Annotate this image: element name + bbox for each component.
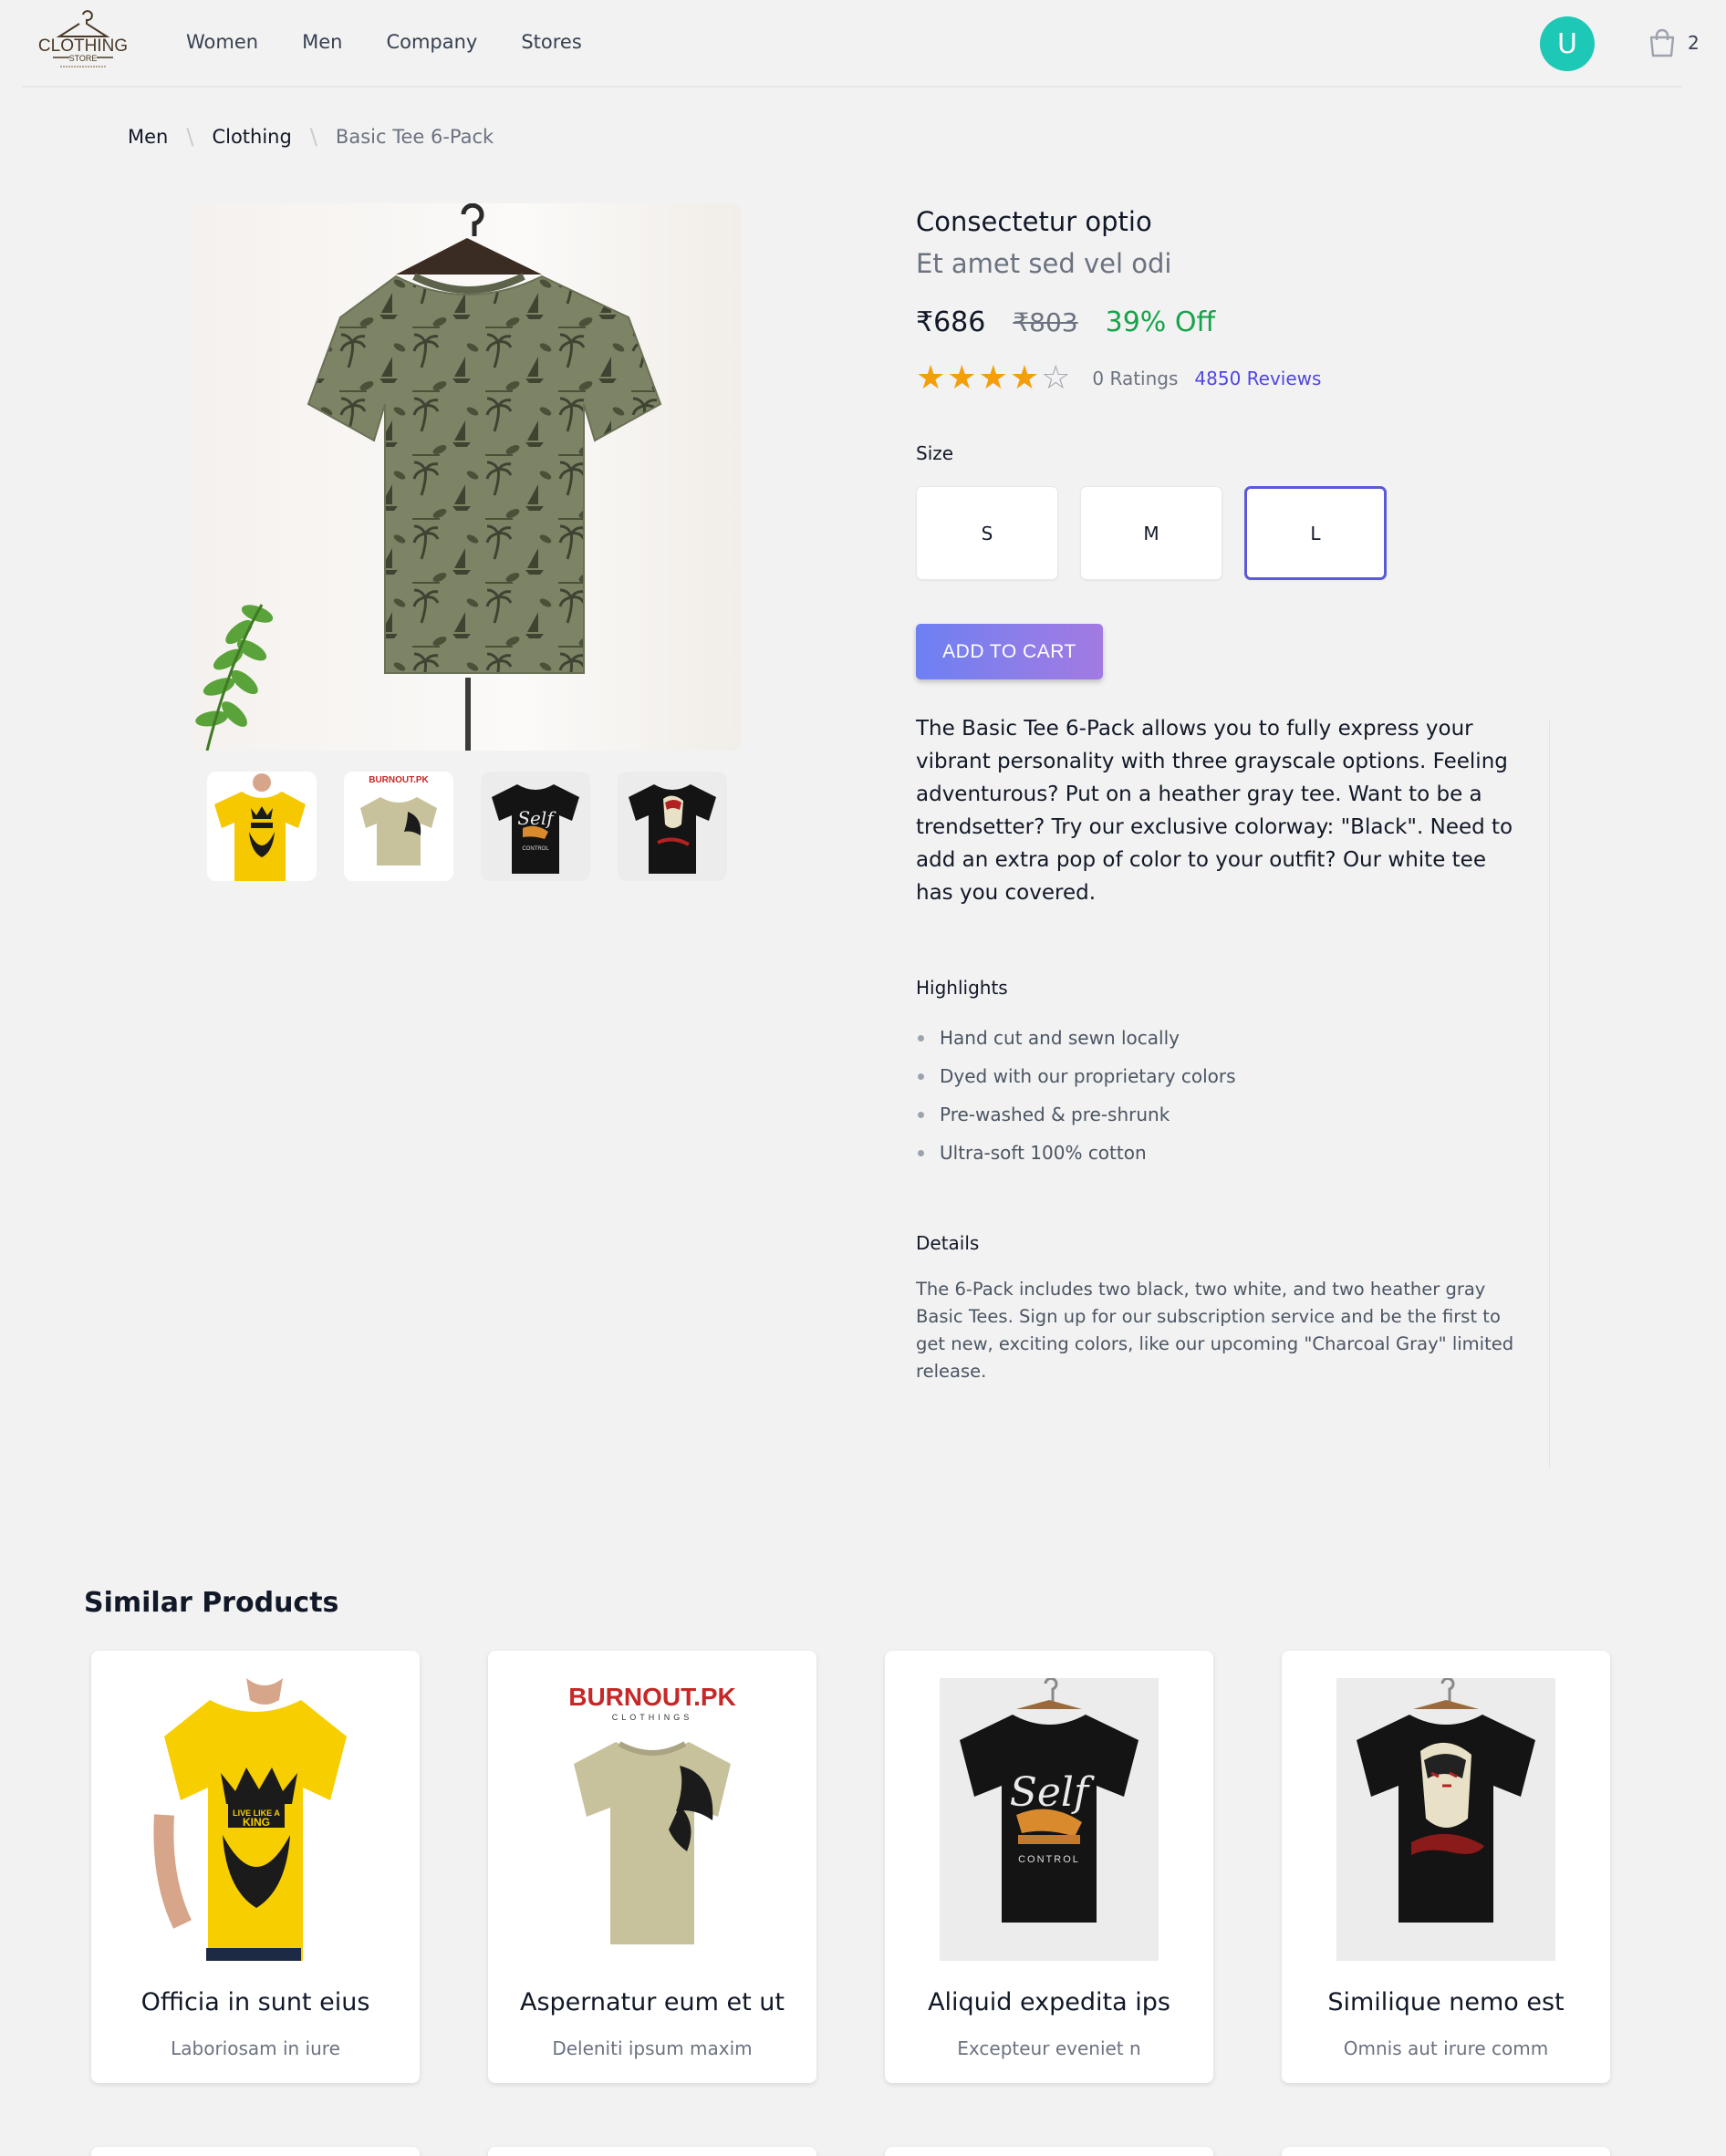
column-divider [1549, 720, 1550, 1468]
svg-text:BURNOUT.PK: BURNOUT.PK [568, 1683, 736, 1711]
product-title: Consectetur optio [916, 206, 1152, 237]
star-filled-icon: ★ [978, 359, 1008, 397]
similar-products-grid: LIVE LIKE A KING Officia in sunt eius La… [91, 1651, 1610, 2083]
breadcrumb-separator: \ [309, 124, 317, 150]
shopping-bag-icon [1649, 28, 1675, 57]
svg-text:KING: KING [243, 1816, 270, 1829]
highlights-list: Hand cut and sewn locally Dyed with our … [916, 1019, 1536, 1172]
highlight-item: Ultra-soft 100% cotton [916, 1134, 1536, 1172]
details-text: The 6-Pack includes two black, two white… [916, 1279, 1514, 1382]
product-info: Consectetur optio Et amet sed vel odi ₹6… [916, 206, 1536, 1385]
product-card[interactable]: Self CONTROL Aliquid expedita ips Except… [885, 1651, 1213, 2083]
star-empty-icon: ☆ [1041, 359, 1071, 397]
thumbnail-yellow-king-tee[interactable] [207, 772, 317, 881]
size-option-s[interactable]: S [916, 486, 1058, 580]
breadcrumb: Men \ Clothing \ Basic Tee 6-Pack [128, 124, 494, 150]
svg-text:BURNOUT.PK: BURNOUT.PK [369, 775, 429, 785]
product-card[interactable]: LIVE LIKE A KING Officia in sunt eius La… [91, 1651, 420, 2083]
rating-row: ★ ★ ★ ★ ☆ 0 Ratings 4850 Reviews [916, 362, 1536, 395]
product-card-image: Self CONTROL [940, 1678, 1159, 1961]
product-card-subtitle: Deleniti ipsum maxim [552, 2037, 753, 2059]
star-filled-icon: ★ [947, 359, 977, 397]
product-card-subtitle: Laboriosam in iure [171, 2037, 340, 2059]
breadcrumb-separator: \ [186, 124, 194, 150]
reviews-link[interactable]: 4850 Reviews [1194, 368, 1321, 389]
product-card-subtitle: Omnis aut irure comm [1343, 2037, 1549, 2059]
svg-text:CONTROL: CONTROL [1018, 1854, 1080, 1865]
product-card[interactable] [885, 2147, 1213, 2156]
product-card-image: LIVE LIKE A KING [146, 1678, 365, 1961]
nav-men[interactable]: Men [302, 31, 342, 53]
nav-company[interactable]: Company [386, 31, 477, 53]
star-rating: ★ ★ ★ ★ ☆ [916, 362, 1070, 395]
svg-text:CONTROL: CONTROL [522, 846, 549, 852]
breadcrumb-men[interactable]: Men [128, 126, 168, 148]
product-card[interactable]: Similique nemo est Omnis aut irure comm [1282, 1651, 1610, 2083]
product-description: The Basic Tee 6-Pack allows you to fully… [916, 717, 1513, 905]
current-price: ₹686 [916, 306, 986, 338]
nav-stores[interactable]: Stores [521, 31, 581, 53]
nav-women[interactable]: Women [186, 31, 258, 53]
product-card-image [1336, 1678, 1555, 1961]
product-card[interactable]: BURNOUT.PK CLOTHINGS Aspernatur eum et u… [488, 1651, 816, 2083]
site-header: CLOTHING STORE Women Men Company Stores … [22, 0, 1700, 88]
svg-text:CLOTHINGS: CLOTHINGS [612, 1713, 693, 1722]
product-card-image: BURNOUT.PK CLOTHINGS [543, 1678, 762, 1961]
size-selector: S M L [916, 486, 1536, 580]
svg-text:CLOTHING: CLOTHING [38, 36, 128, 56]
size-option-m[interactable]: M [1080, 486, 1222, 580]
cart-button[interactable]: 2 [1648, 27, 1700, 58]
similar-products-next-row [91, 2147, 1610, 2156]
svg-text:Self: Self [517, 807, 556, 829]
product-card-title: Aliquid expedita ips [928, 1988, 1170, 2016]
similar-products-title: Similar Products [84, 1587, 339, 1619]
highlight-item: Pre-washed & pre-shrunk [916, 1095, 1536, 1134]
thumbnail-strip: BURNOUT.PK Self CONTROL [207, 772, 727, 881]
cart-count: 2 [1688, 32, 1700, 54]
user-avatar[interactable]: U [1540, 16, 1595, 71]
details-title: Details [916, 1232, 980, 1254]
highlights-title: Highlights [916, 977, 1008, 999]
star-filled-icon: ★ [916, 359, 946, 397]
product-card[interactable] [488, 2147, 816, 2156]
product-card[interactable] [91, 2147, 420, 2156]
product-card-title: Aspernatur eum et ut [519, 1988, 785, 2016]
thumbnail-burnout-lion-tee[interactable]: BURNOUT.PK [344, 772, 453, 881]
original-price: ₹803 [1013, 307, 1078, 337]
price-row: ₹686 ₹803 39% Off [916, 306, 1536, 338]
svg-text:STORE: STORE [69, 54, 98, 63]
breadcrumb-current: Basic Tee 6-Pack [335, 126, 494, 148]
product-card[interactable] [1282, 2147, 1610, 2156]
product-card-title: Officia in sunt eius [140, 1988, 370, 2016]
add-to-cart-button[interactable]: ADD TO CART [916, 624, 1103, 679]
product-subtitle: Et amet sed vel odi [916, 248, 1172, 279]
size-label: Size [916, 442, 954, 464]
thumbnail-black-self-control-tee[interactable]: Self CONTROL [481, 772, 590, 881]
product-card-title: Similique nemo est [1327, 1988, 1565, 2016]
product-card-subtitle: Excepteur eveniet n [957, 2037, 1141, 2059]
discount-badge: 39% Off [1105, 306, 1216, 338]
main-nav: Women Men Company Stores [186, 31, 582, 53]
ratings-count: 0 Ratings [1092, 368, 1179, 389]
thumbnail-black-graphic-tee[interactable] [618, 772, 727, 881]
svg-text:Self: Self [1010, 1769, 1095, 1816]
highlight-item: Hand cut and sewn locally [916, 1019, 1536, 1057]
star-filled-icon: ★ [1009, 359, 1040, 397]
highlight-item: Dyed with our proprietary colors [916, 1057, 1536, 1095]
brand-logo[interactable]: CLOTHING STORE [33, 9, 133, 77]
main-product-image [193, 203, 741, 751]
size-option-l[interactable]: L [1244, 486, 1387, 580]
breadcrumb-clothing[interactable]: Clothing [212, 126, 291, 148]
